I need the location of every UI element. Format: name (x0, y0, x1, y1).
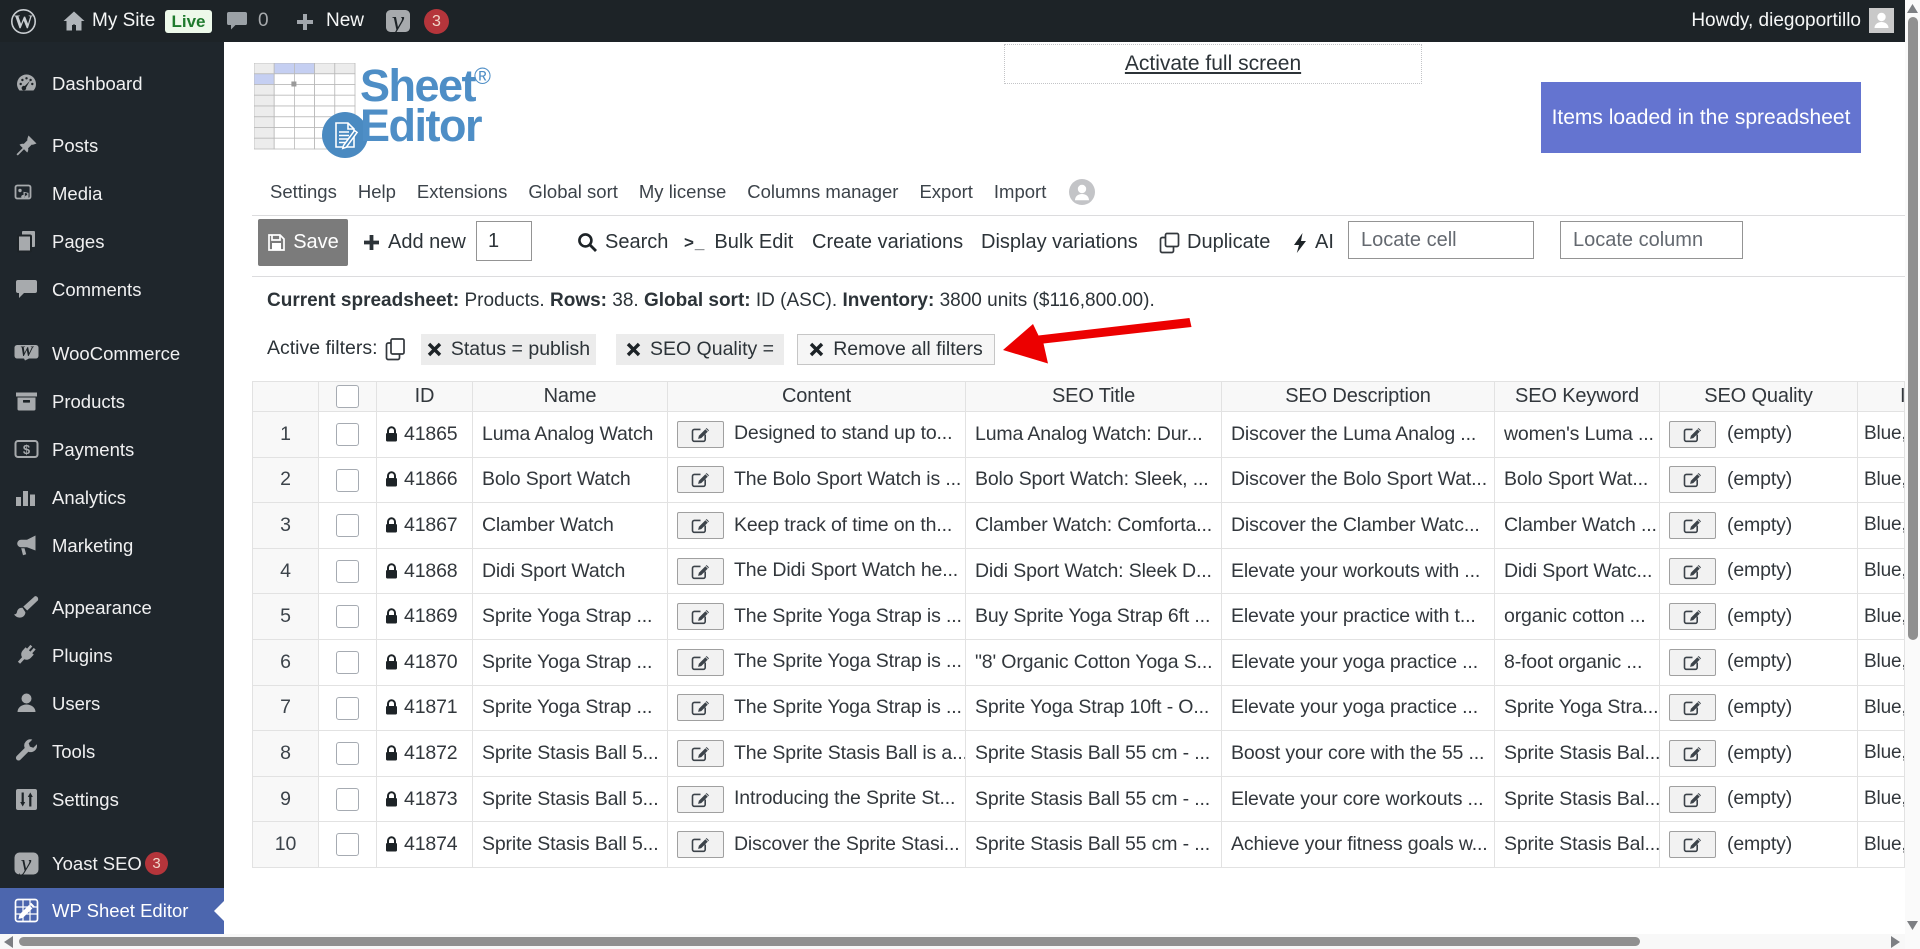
svg-text:W: W (14, 12, 33, 33)
svg-text:$: $ (23, 442, 31, 457)
svg-text:y: y (19, 851, 32, 876)
svg-text:y: y (389, 9, 405, 33)
svg-text:W: W (20, 344, 35, 360)
